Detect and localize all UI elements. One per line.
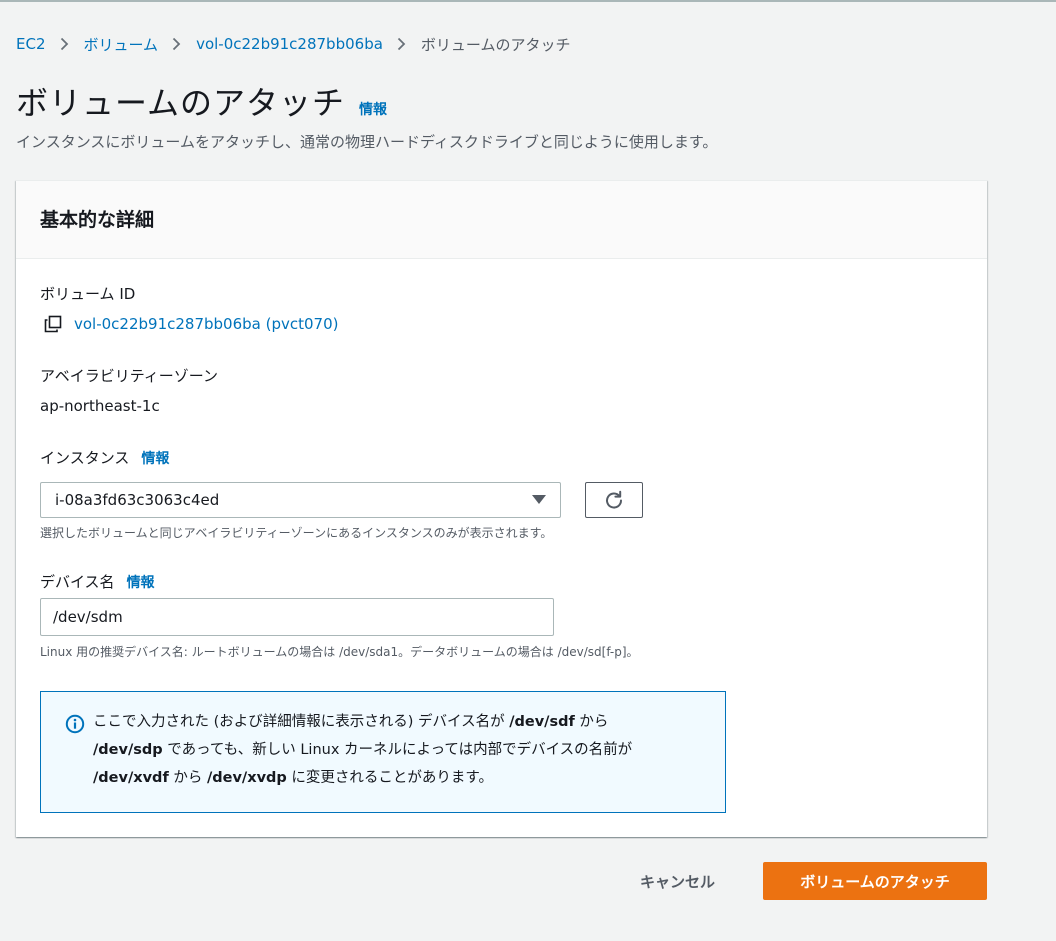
volume-id-value: vol-0c22b91c287bb06ba (pvct070) <box>74 315 339 333</box>
instance-select-value: i-08a3fd63c3063c4ed <box>55 491 220 509</box>
device-name-input[interactable] <box>40 598 554 636</box>
refresh-icon <box>606 490 623 509</box>
alert-text-2: から <box>574 714 609 730</box>
alert-text-1: ここで入力された (および詳細情報に表示される) デバイス名が <box>93 714 510 730</box>
copy-icon[interactable] <box>44 315 62 333</box>
availability-zone-label: アベイラビリティーゾーン <box>40 365 218 386</box>
availability-zone-label-text: アベイラビリティーゾーン <box>40 367 219 385</box>
breadcrumb-current: ボリュームのアタッチ <box>420 35 571 54</box>
page-info-link[interactable]: 情報 <box>359 99 387 119</box>
instance-label: インスタンス 情報 <box>40 447 169 468</box>
refresh-button[interactable] <box>585 482 643 518</box>
volume-id-label: ボリューム ID <box>40 283 135 304</box>
page-title: ボリュームのアタッチ 情報 <box>16 78 387 124</box>
volume-id-label-text: ボリューム ID <box>40 285 136 303</box>
caret-down-icon <box>532 495 546 504</box>
alert-code-1: /dev/sdf <box>509 714 575 730</box>
instance-hint: 選択したボリュームと同じアベイラビリティーゾーンにあるインスタンスのみが表示され… <box>40 526 553 540</box>
breadcrumb-ec2[interactable]: EC2 <box>16 35 46 53</box>
instance-select[interactable]: i-08a3fd63c3063c4ed <box>40 482 561 518</box>
card-header: 基本的な詳細 <box>16 181 987 259</box>
top-border <box>0 0 1056 2</box>
alert-code-4: /dev/xvdp <box>206 770 287 786</box>
chevron-right-icon <box>397 37 407 51</box>
attach-volume-button[interactable]: ボリュームのアタッチ <box>763 862 987 900</box>
info-icon <box>65 714 85 734</box>
device-name-hint: Linux 用の推奨デバイス名: ルートボリュームの場合は /dev/sda1。… <box>40 645 639 659</box>
chevron-right-icon <box>60 37 70 51</box>
info-alert: ここで入力された (および詳細情報に表示される) デバイス名が /dev/sdf… <box>40 691 726 813</box>
chevron-right-icon <box>172 37 182 51</box>
device-name-label: デバイス名 情報 <box>40 571 155 592</box>
cancel-button[interactable]: キャンセル <box>628 868 727 894</box>
breadcrumb-volume-id[interactable]: vol-0c22b91c287bb06ba <box>196 35 383 53</box>
device-name-info-link[interactable]: 情報 <box>127 572 155 592</box>
device-name-label-text: デバイス名 <box>40 573 115 591</box>
alert-text-5: に変更されることがあります。 <box>286 770 493 786</box>
breadcrumb-volumes[interactable]: ボリューム <box>84 34 159 55</box>
page-description: インスタンスにボリュームをアタッチし、通常の物理ハードディスクドライブと同じよう… <box>16 133 718 151</box>
page-title-text: ボリュームのアタッチ <box>16 84 346 122</box>
basic-details-card: 基本的な詳細 ボリューム ID vol-0c22b91c287bb06ba (p… <box>16 180 987 837</box>
breadcrumb: EC2 ボリューム vol-0c22b91c287bb06ba ボリュームのアタ… <box>16 34 570 54</box>
instance-info-link[interactable]: 情報 <box>141 448 169 468</box>
card-title: 基本的な詳細 <box>40 209 155 231</box>
alert-text-3: であっても、新しい Linux カーネルによっては内部でデバイスの名前が <box>162 742 633 758</box>
alert-text-4: から <box>168 770 207 786</box>
instance-label-text: インスタンス <box>40 449 130 467</box>
alert-code-3: /dev/xvdf <box>93 770 169 786</box>
alert-code-2: /dev/sdp <box>93 742 163 758</box>
volume-id-link[interactable]: vol-0c22b91c287bb06ba (pvct070) <box>44 315 338 333</box>
availability-zone-value: ap-northeast-1c <box>40 397 160 415</box>
